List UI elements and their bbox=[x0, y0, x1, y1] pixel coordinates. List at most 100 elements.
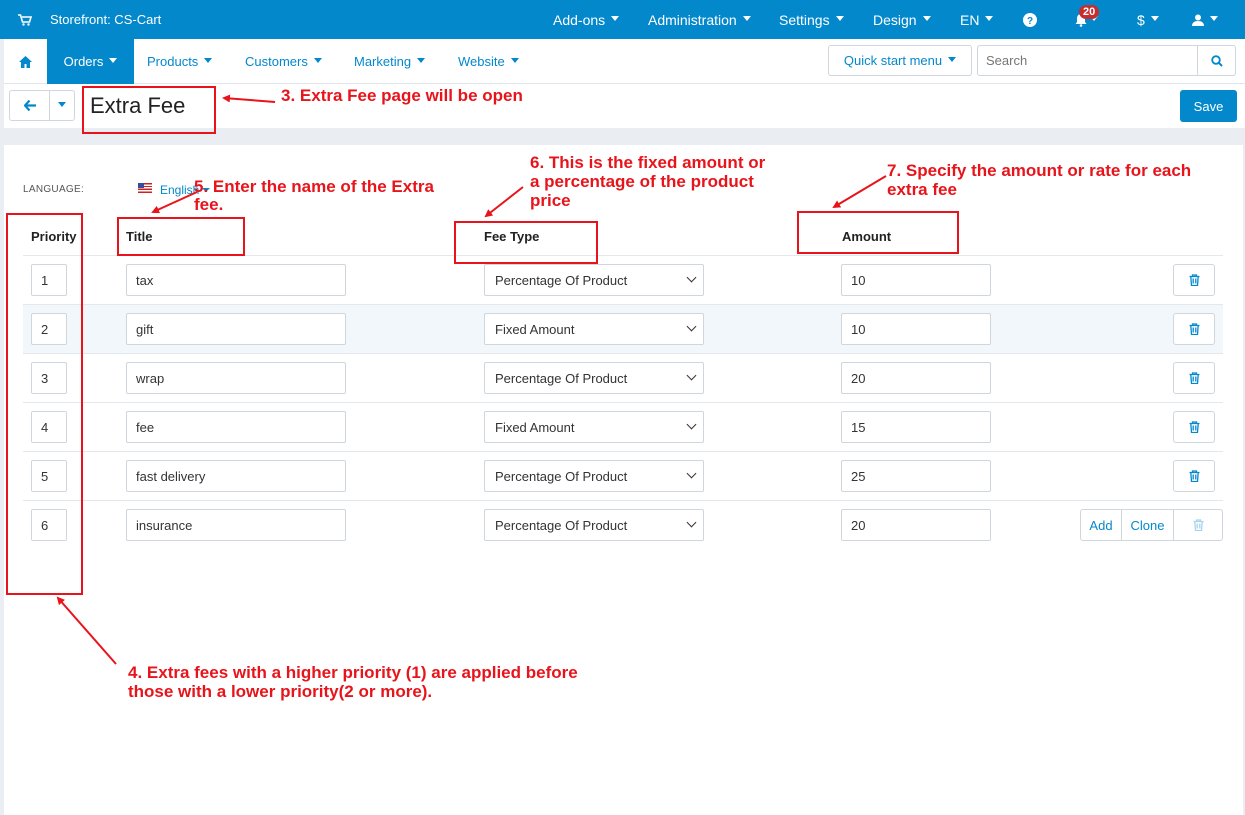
annotation-step-6-line2: a percentage of the product bbox=[530, 172, 754, 191]
fee-type-select[interactable]: Percentage Of Product bbox=[484, 509, 704, 541]
add-button[interactable]: Add bbox=[1081, 510, 1122, 540]
nav-website-label: Website bbox=[458, 54, 505, 69]
help-icon: ? bbox=[1023, 12, 1037, 27]
menu-addons-label: Add-ons bbox=[553, 11, 606, 28]
save-button[interactable]: Save bbox=[1180, 90, 1237, 122]
arrow-left-icon bbox=[23, 100, 36, 111]
fee-type-select[interactable]: Percentage Of Product bbox=[484, 264, 704, 296]
trash-icon bbox=[1193, 519, 1203, 531]
annotation-step-6-line1: 6. This is the fixed amount or bbox=[530, 153, 766, 172]
delete-button-disabled bbox=[1174, 510, 1222, 540]
storefront-link[interactable]: Storefront: CS-Cart bbox=[18, 0, 161, 39]
top-bar: Storefront: CS-Cart Add-ons Administrati… bbox=[0, 0, 1245, 39]
amount-input[interactable]: 10 bbox=[841, 264, 991, 296]
currency-menu[interactable]: $ bbox=[1137, 0, 1159, 39]
annotation-box-fee-type bbox=[454, 221, 598, 264]
menu-settings-label: Settings bbox=[779, 11, 830, 28]
trash-icon bbox=[1189, 421, 1199, 433]
title-input[interactable]: insurance bbox=[126, 509, 346, 541]
amount-input[interactable]: 20 bbox=[841, 509, 991, 541]
fee-type-value: Percentage Of Product bbox=[495, 272, 628, 288]
chevron-down-icon bbox=[417, 58, 426, 63]
nav-orders-label: Orders bbox=[63, 54, 104, 69]
storefront-label: Storefront: CS-Cart bbox=[50, 12, 162, 27]
chevron-down-icon bbox=[686, 272, 697, 283]
fee-type-value: Percentage Of Product bbox=[495, 468, 628, 484]
delete-button[interactable] bbox=[1173, 264, 1215, 296]
amount-input[interactable]: 25 bbox=[841, 460, 991, 492]
row-divider bbox=[23, 402, 1223, 403]
chevron-down-icon bbox=[948, 57, 957, 62]
annotation-step-5-line2: fee. bbox=[194, 195, 224, 214]
notifications-badge: 20 bbox=[1079, 5, 1100, 19]
search-icon bbox=[1210, 54, 1223, 67]
quick-start-menu-button[interactable]: Quick start menu bbox=[828, 45, 972, 76]
title-input[interactable]: wrap bbox=[126, 362, 346, 394]
add-clone-group: Add Clone bbox=[1080, 509, 1223, 541]
help-button[interactable]: ? bbox=[1023, 0, 1037, 39]
chevron-down-icon bbox=[1150, 16, 1159, 21]
menu-language[interactable]: EN bbox=[960, 0, 994, 39]
row-divider bbox=[23, 500, 1223, 501]
delete-button[interactable] bbox=[1173, 460, 1215, 492]
chevron-down-icon bbox=[686, 468, 697, 479]
chevron-down-icon bbox=[313, 58, 322, 63]
search-input[interactable] bbox=[977, 45, 1198, 76]
nav-website[interactable]: Website bbox=[458, 39, 519, 84]
trash-icon bbox=[1189, 323, 1199, 335]
fee-type-select[interactable]: Fixed Amount bbox=[484, 411, 704, 443]
menu-addons[interactable]: Add-ons bbox=[553, 0, 620, 39]
user-icon bbox=[1192, 14, 1204, 26]
trash-icon bbox=[1189, 372, 1199, 384]
title-input[interactable]: gift bbox=[126, 313, 346, 345]
delete-button[interactable] bbox=[1173, 411, 1215, 443]
delete-button[interactable] bbox=[1173, 313, 1215, 345]
menu-administration[interactable]: Administration bbox=[648, 0, 751, 39]
nav-customers[interactable]: Customers bbox=[245, 39, 322, 84]
title-input[interactable]: tax bbox=[126, 264, 346, 296]
chevron-down-icon bbox=[1210, 16, 1218, 21]
menu-language-label: EN bbox=[960, 11, 980, 28]
amount-input[interactable]: 15 bbox=[841, 411, 991, 443]
home-button[interactable] bbox=[4, 39, 47, 84]
chevron-down-icon bbox=[109, 58, 118, 63]
menu-administration-label: Administration bbox=[648, 11, 737, 28]
language-label: LANGUAGE: bbox=[23, 184, 85, 195]
menu-design[interactable]: Design bbox=[873, 0, 931, 39]
trash-icon bbox=[1189, 470, 1199, 482]
chevron-down-icon bbox=[204, 58, 213, 63]
fee-type-select[interactable]: Fixed Amount bbox=[484, 313, 704, 345]
amount-input[interactable]: 10 bbox=[841, 313, 991, 345]
clone-button[interactable]: Clone bbox=[1122, 510, 1174, 540]
annotation-box-priority bbox=[6, 213, 83, 595]
currency-label: $ bbox=[1137, 11, 1145, 28]
back-button-group bbox=[9, 90, 75, 121]
title-input[interactable]: fast delivery bbox=[126, 460, 346, 492]
amount-input[interactable]: 20 bbox=[841, 362, 991, 394]
chevron-down-icon bbox=[510, 58, 519, 63]
quick-start-label: Quick start menu bbox=[843, 53, 943, 68]
user-menu[interactable] bbox=[1192, 0, 1218, 39]
back-button[interactable] bbox=[10, 91, 50, 120]
fee-type-select[interactable]: Percentage Of Product bbox=[484, 460, 704, 492]
history-dropdown[interactable] bbox=[50, 91, 74, 120]
nav-orders[interactable]: Orders bbox=[47, 39, 134, 84]
delete-button[interactable] bbox=[1173, 362, 1215, 394]
menu-settings[interactable]: Settings bbox=[779, 0, 844, 39]
fee-type-value: Percentage Of Product bbox=[495, 370, 628, 386]
chevron-down-icon bbox=[686, 517, 697, 528]
nav-marketing[interactable]: Marketing bbox=[354, 39, 426, 84]
nav-products-label: Products bbox=[147, 54, 199, 69]
title-input[interactable]: fee bbox=[126, 411, 346, 443]
fee-type-value: Percentage Of Product bbox=[495, 517, 628, 533]
annotation-step-6-line3: price bbox=[530, 191, 571, 210]
nav-products[interactable]: Products bbox=[147, 39, 213, 84]
chevron-down-icon bbox=[985, 16, 994, 21]
row-divider bbox=[23, 451, 1223, 452]
fee-type-select[interactable]: Percentage Of Product bbox=[484, 362, 704, 394]
annotation-step-4-line1: 4. Extra fees with a higher priority (1)… bbox=[128, 663, 578, 682]
cart-icon bbox=[18, 13, 32, 26]
annotation-box-title-column bbox=[117, 217, 245, 256]
svg-text:?: ? bbox=[1027, 16, 1033, 27]
search-button[interactable] bbox=[1197, 45, 1236, 76]
